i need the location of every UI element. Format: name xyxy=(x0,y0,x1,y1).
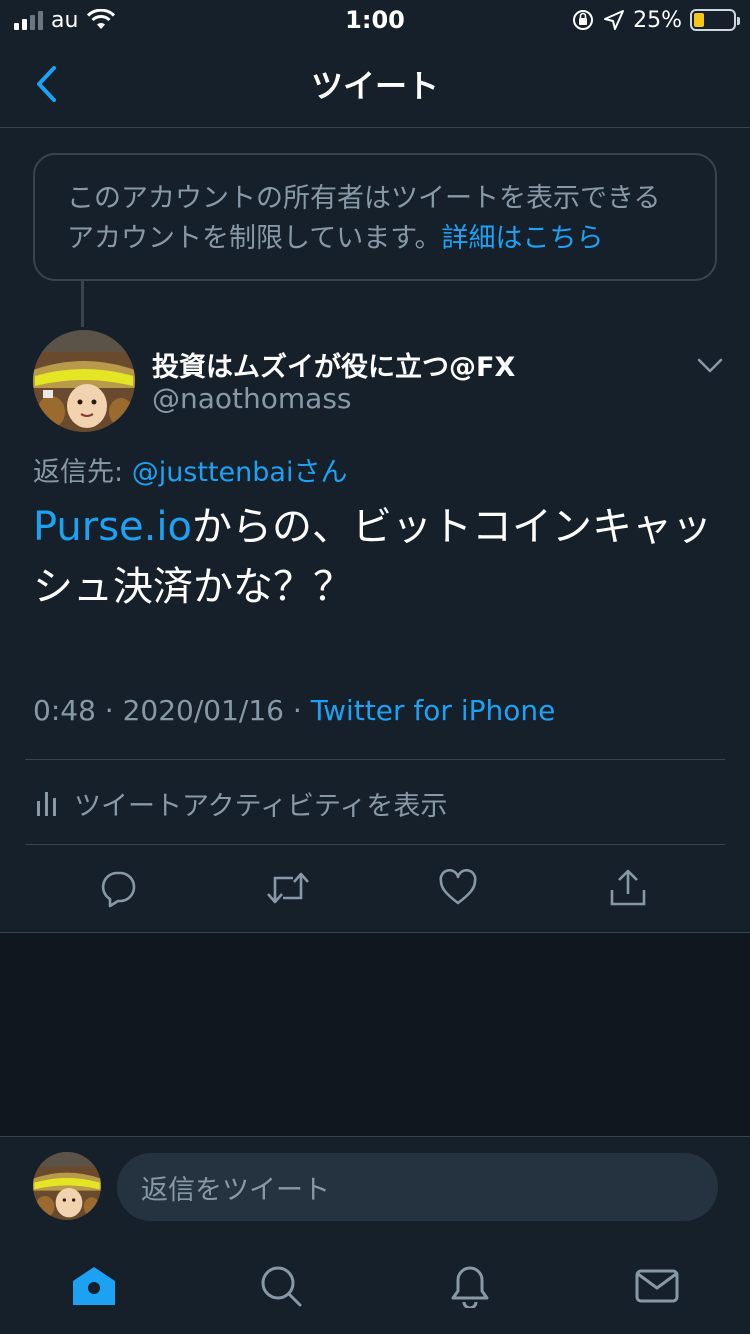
messages-icon xyxy=(635,1269,679,1303)
navigation-bar: ツイート xyxy=(0,40,750,128)
search-icon xyxy=(261,1266,302,1307)
thread-connector xyxy=(81,281,84,327)
reply-icon xyxy=(101,871,136,908)
status-bar: au 1:00 25% xyxy=(0,0,750,40)
meta-separator: · xyxy=(95,694,123,727)
my-avatar[interactable] xyxy=(33,1152,101,1220)
divider xyxy=(25,759,725,760)
location-icon xyxy=(604,10,625,30)
orientation-lock-icon xyxy=(573,10,594,30)
reply-to-label: 返信先: xyxy=(33,457,132,488)
retweet-button[interactable] xyxy=(258,858,318,918)
tweet-actions xyxy=(0,845,750,932)
avatar[interactable] xyxy=(33,330,135,432)
reply-input[interactable]: 返信をツイート xyxy=(117,1153,718,1221)
tab-messages[interactable] xyxy=(631,1260,683,1312)
reply-to-suffix: さん xyxy=(293,457,348,488)
tab-search[interactable] xyxy=(255,1260,307,1312)
reply-placeholder: 返信をツイート xyxy=(141,1174,330,1206)
reply-to-handle-text: @justtenbai xyxy=(131,457,294,488)
reply-bar: 返信をツイート xyxy=(0,1136,750,1236)
tab-home[interactable] xyxy=(68,1260,120,1312)
page-title: ツイート xyxy=(310,66,439,105)
learn-more-link[interactable]: 詳細はこちら xyxy=(442,223,604,254)
author-name[interactable]: 投資はムズイが役に立つ@FX xyxy=(152,345,515,384)
signal-icon xyxy=(14,10,43,30)
tab-bar xyxy=(0,1236,750,1334)
avatar-image xyxy=(33,330,135,432)
tweet-menu-button[interactable] xyxy=(690,350,730,382)
author-handle[interactable]: @naothomass xyxy=(152,382,352,415)
meta-separator: · xyxy=(283,694,311,727)
battery-icon xyxy=(690,9,740,31)
bar-chart-icon xyxy=(37,792,56,816)
tweet-link[interactable]: Purse.io xyxy=(33,504,192,550)
status-left: au xyxy=(14,8,116,33)
reply-to-handle[interactable]: @justtenbaiさん xyxy=(132,457,348,488)
tweet-date: 2020/01/16 xyxy=(122,694,284,727)
like-icon xyxy=(439,869,477,905)
tweet-source-link[interactable]: Twitter for iPhone xyxy=(311,694,556,727)
tweet-time: 0:48 xyxy=(33,694,96,727)
chevron-down-icon xyxy=(697,358,723,373)
back-button[interactable] xyxy=(22,60,70,108)
tweet-text: Purse.ioからの、ビットコインキャッシュ決済かな？？ xyxy=(33,497,723,617)
tab-notifications[interactable] xyxy=(444,1260,496,1312)
restricted-notice: このアカウントの所有者はツイートを表示できるアカウントを制限しています。詳細はこ… xyxy=(33,153,717,281)
avatar-image xyxy=(33,1152,101,1220)
chevron-left-icon xyxy=(37,66,56,102)
retweet-icon xyxy=(267,872,309,904)
tweet-meta: 0:48 · 2020/01/16 · Twitter for iPhone xyxy=(33,694,555,727)
share-icon xyxy=(610,869,646,906)
home-icon xyxy=(73,1267,115,1305)
activity-label: ツイートアクティビティを表示 xyxy=(74,790,448,822)
tweet-activity-link[interactable]: ツイートアクティビティを表示 xyxy=(36,784,447,822)
share-button[interactable] xyxy=(598,858,658,918)
like-button[interactable] xyxy=(428,858,488,918)
notifications-icon xyxy=(451,1266,489,1308)
carrier-label: au xyxy=(51,7,79,33)
replying-to: 返信先: @justtenbaiさん xyxy=(33,450,347,489)
wifi-icon xyxy=(87,9,116,29)
battery-percent: 25% xyxy=(633,7,682,33)
reply-button[interactable] xyxy=(88,858,148,918)
status-right: 25% xyxy=(571,7,740,33)
battery-fill xyxy=(694,13,704,27)
